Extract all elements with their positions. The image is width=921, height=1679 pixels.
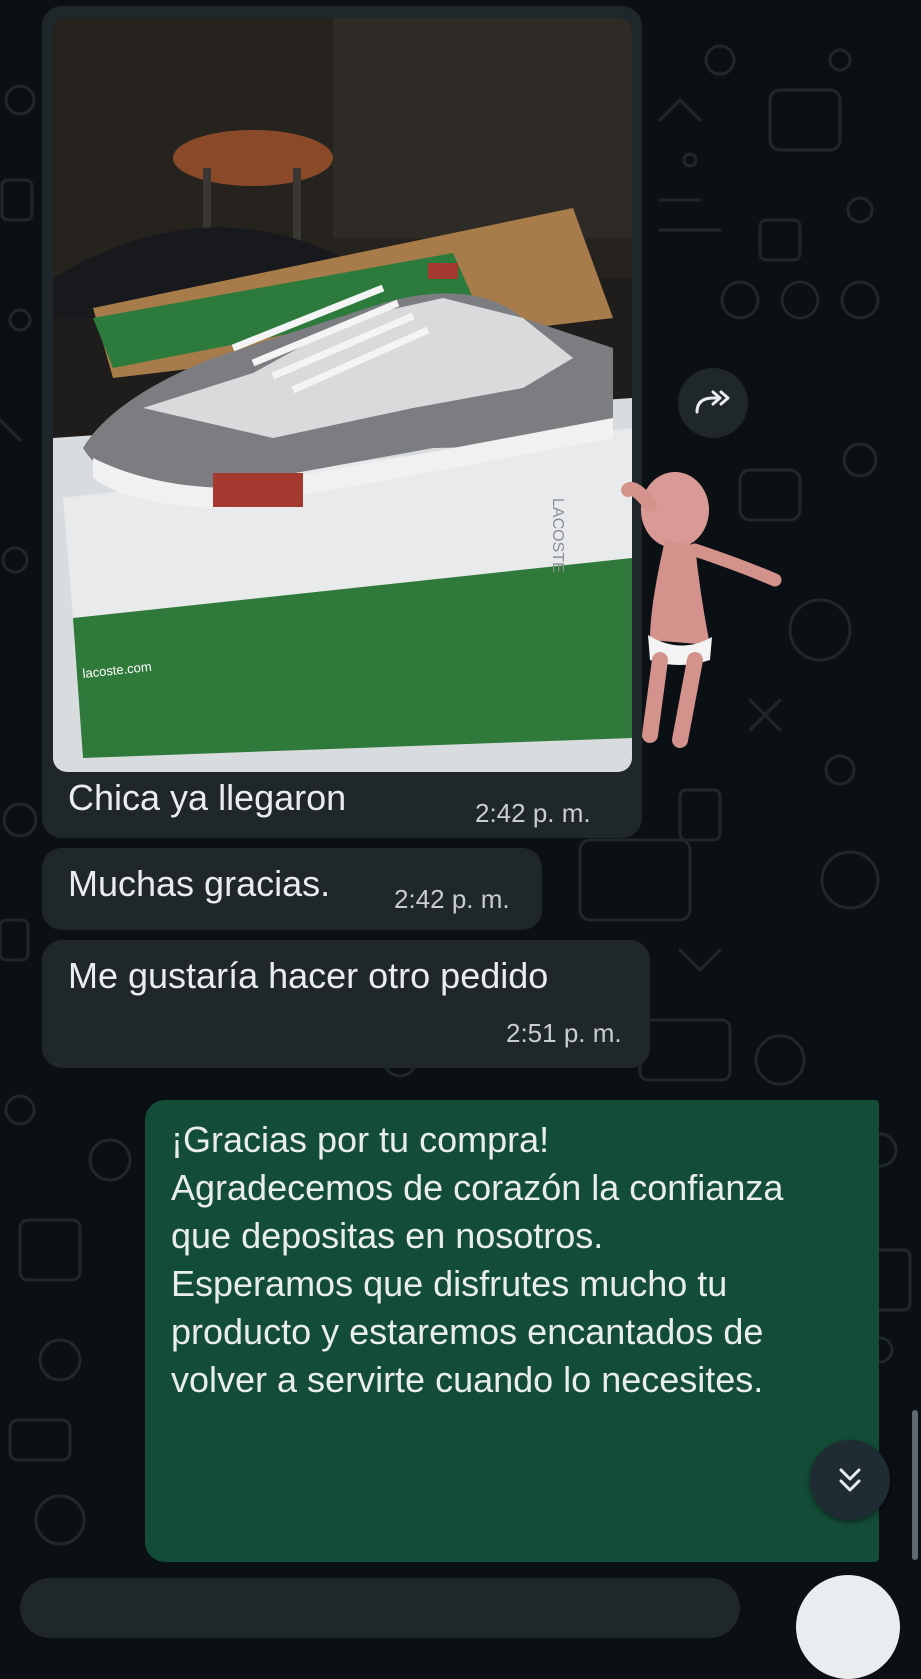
message-time: 2:42 p. m. [475, 798, 591, 828]
shoe-photo[interactable]: LACOSTE lacoste.com [53, 18, 632, 772]
mic-button[interactable] [796, 1575, 900, 1679]
dancing-baby-sticker[interactable] [620, 455, 790, 755]
brand-print: LACOSTE [549, 498, 566, 573]
forward-button[interactable] [678, 368, 748, 438]
message-time: 2:42 p. m. [394, 884, 510, 914]
message-time: 2:51 p. m. [506, 1018, 622, 1048]
double-chevron-down-icon [839, 1468, 861, 1492]
message-text: ¡Gracias por tu compra! Agradecemos de c… [171, 1119, 784, 1400]
scrollbar[interactable] [912, 1410, 918, 1560]
message-text: Chica ya llegaron [68, 777, 347, 818]
message-composer[interactable] [20, 1578, 740, 1638]
incoming-message[interactable]: Muchas gracias. 2:42 p. m. [42, 848, 542, 930]
forward-icon [695, 390, 730, 414]
outgoing-message[interactable]: ¡Gracias por tu compra! Agradecemos de c… [145, 1100, 879, 1562]
incoming-message[interactable]: Me gustaría hacer otro pedido 2:51 p. m. [42, 940, 650, 1068]
incoming-photo-message[interactable]: LACOSTE lacoste.com Chica ya llegaron 2:… [42, 6, 642, 838]
message-text: Me gustaría hacer otro pedido [68, 955, 549, 996]
message-text: Muchas gracias. [68, 863, 331, 904]
shoe-photo-image: LACOSTE lacoste.com [53, 18, 632, 772]
scroll-to-bottom-button[interactable] [810, 1440, 890, 1520]
